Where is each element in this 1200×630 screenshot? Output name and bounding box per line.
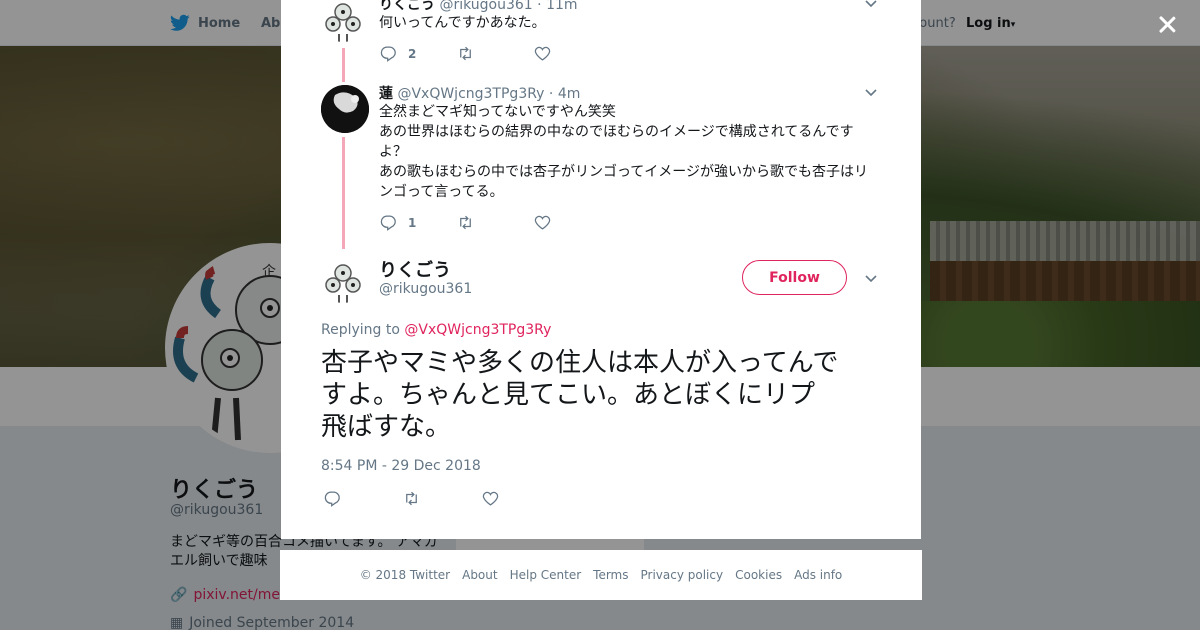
avatar[interactable] [321,85,369,133]
dot-separator: · [537,0,547,13]
retweet-button[interactable] [456,213,495,232]
tweet-text: 全然まどマギ知ってないですやん笑笑 あの世界はほむらの結界の中なのでほむらのイメ… [379,102,869,202]
reply-button[interactable]: 1 [379,213,418,232]
footer-link-ads-info[interactable]: Ads info [794,568,842,582]
like-button[interactable] [533,44,552,63]
tweet-author-handle[interactable]: @rikugou361 [439,0,532,13]
thread-line [342,137,345,249]
reply-icon [380,215,396,231]
chevron-down-icon[interactable] [863,0,879,11]
tweet-time[interactable]: 4m [558,86,581,102]
frog-avatar-image [319,255,367,303]
tweet-actions: 1 [379,213,590,232]
like-icon [482,491,499,506]
tweet-actions: 2 [379,44,590,63]
modal-footer: © 2018 Twitter About Help Center Terms P… [280,550,922,600]
like-button[interactable] [533,213,552,232]
main-tweet-text-line: 杏子やマミや多くの住人は本人が入ってんで [321,348,839,378]
main-tweet-author-handle[interactable]: @rikugou361 [379,281,472,297]
reply-button[interactable]: 2 [379,44,418,63]
main-tweet-timestamp[interactable]: 8:54 PM - 29 Dec 2018 [321,458,481,474]
tweet-text-line: よ？ [379,144,407,160]
frog-avatar-image [319,0,367,42]
avatar[interactable] [319,255,367,303]
main-tweet-text-line: すよ。ちゃんと見てこい。あとぼくにリプ [321,380,816,410]
avatar[interactable] [319,0,367,42]
tweet-header: りくごう @rikugou361 · 11m [379,0,578,14]
footer-link-about[interactable]: About [462,568,497,582]
dark-avatar-image [321,85,369,133]
tweet-text-line: 全然まどマギ知ってないですやん笑笑 [379,104,616,120]
reply-button[interactable] [323,489,342,508]
tweet-header: 蓮 @VxQWjcng3TPg3Ry · 4m [379,83,580,103]
tweet-author-name[interactable]: 蓮 [379,86,393,102]
tweet-text-line: あの歌もほむらの中では杏子がリンゴってイメージが強いから歌でも杏子はリ [379,164,869,180]
replying-to: Replying to @VxQWjcng3TPg3Ry [321,322,551,338]
retweet-icon [460,46,471,61]
reply-icon [380,46,396,62]
chevron-down-icon[interactable] [863,84,879,100]
like-button[interactable] [481,489,500,508]
thread-line [342,48,345,82]
tweet-author-handle[interactable]: @VxQWjcng3TPg3Ry [397,86,544,102]
main-tweet-text: 杏子やマミや多くの住人は本人が入ってんで すよ。ちゃんと見てこい。あとぼくにリプ… [321,347,886,443]
main-tweet-text-line: 飛ばすな。 [321,412,452,442]
main-tweet-author-name[interactable]: りくごう [379,256,451,282]
chevron-down-icon[interactable] [863,270,879,286]
retweet-button[interactable] [456,44,495,63]
tweet-modal: りくごう @rikugou361 · 11m 何いってんですかあなた。 2 蓮 … [281,0,921,539]
footer-link-help-center[interactable]: Help Center [510,568,582,582]
reply-icon [324,491,340,507]
like-icon [534,215,551,230]
close-icon[interactable] [1152,10,1182,40]
footer-copyright: © 2018 Twitter [359,568,451,582]
retweet-button[interactable] [402,489,421,508]
footer-link-terms[interactable]: Terms [593,568,628,582]
tweet-author-name[interactable]: りくごう [379,0,435,13]
tweet-text: 何いってんですかあなた。 [379,15,546,31]
dot-separator: · [548,86,558,102]
replying-prefix: Replying to [321,322,400,338]
like-icon [534,46,551,61]
main-tweet-actions [323,489,560,508]
tweet-time[interactable]: 11m [546,0,577,13]
replying-to-link[interactable]: @VxQWjcng3TPg3Ry [404,322,551,338]
tweet-text-line: あの世界はほむらの結界の中なのでほむらのイメージで構成されてるんです [379,124,854,140]
follow-button[interactable]: Follow [742,260,847,295]
footer-link-privacy[interactable]: Privacy policy [641,568,724,582]
retweet-icon [460,215,471,230]
reply-count: 2 [408,46,417,61]
footer-link-cookies[interactable]: Cookies [735,568,782,582]
retweet-icon [406,491,417,506]
reply-count: 1 [408,215,417,230]
tweet-text-line: ンゴって言ってる。 [379,184,504,200]
